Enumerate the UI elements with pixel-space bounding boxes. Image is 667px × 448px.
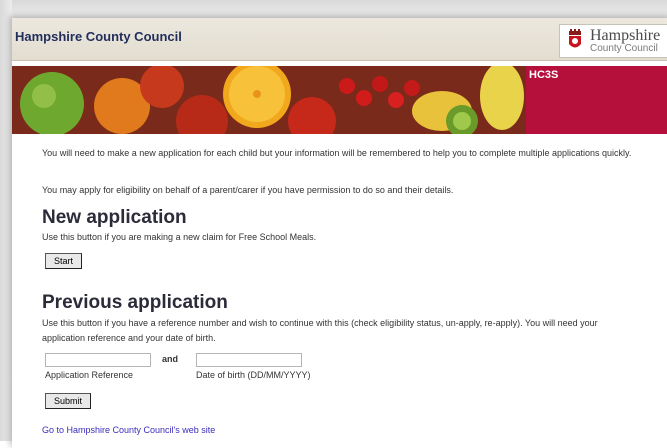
window-top-edge [0, 0, 667, 18]
intro-text-2: You may apply for eligibility on behalf … [42, 185, 454, 195]
fruit-illustration [12, 66, 526, 134]
new-application-description: Use this button if you are making a new … [42, 232, 317, 242]
date-of-birth-label: Date of birth (DD/MM/YYYY) [196, 370, 311, 380]
date-of-birth-input[interactable] [196, 353, 302, 367]
council-website-link[interactable]: Go to Hampshire County Council's web sit… [42, 425, 215, 435]
fruit-banner-image [12, 66, 526, 134]
intro-text-1: You will need to make a new application … [42, 148, 632, 158]
page: Hampshire County Council Hampshire Count… [12, 18, 667, 448]
and-text: and [162, 354, 179, 364]
application-reference-input[interactable] [45, 353, 151, 367]
start-button[interactable]: Start [45, 253, 83, 269]
previous-application-heading: Previous application [42, 292, 228, 313]
application-reference-label: Application Reference [45, 370, 134, 380]
banner-tag: HC3S [529, 69, 559, 81]
site-header: Hampshire County Council Hampshire Count… [12, 18, 667, 61]
window-left-edge [0, 0, 12, 441]
logo-text-county-council: County Council [590, 43, 658, 54]
new-application-heading: New application [42, 207, 187, 228]
submit-button[interactable]: Submit [45, 393, 92, 409]
previous-application-description: Use this button if you have a reference … [42, 318, 598, 343]
council-logo[interactable]: Hampshire County Council [559, 24, 667, 58]
council-name: Hampshire County Council [15, 29, 182, 44]
crest-icon [569, 29, 581, 48]
